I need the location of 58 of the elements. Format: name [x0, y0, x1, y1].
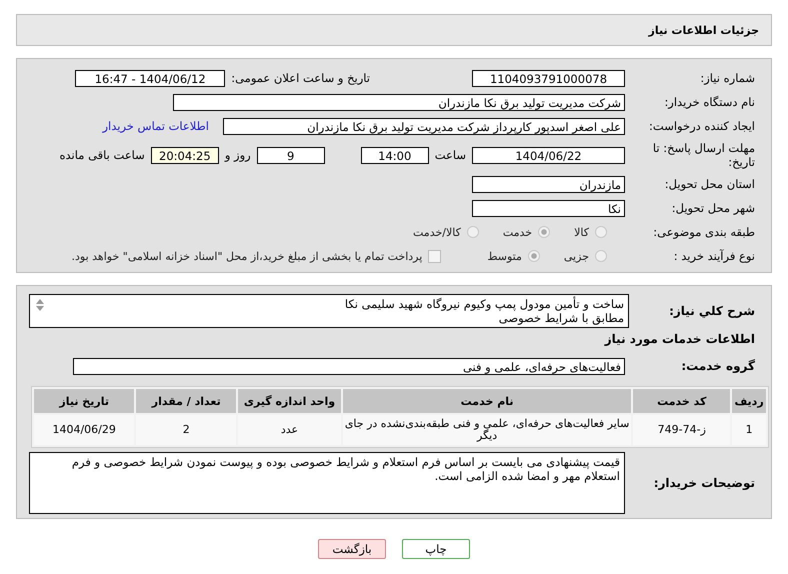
field-label: استان محل تحویل: [664, 177, 755, 191]
radio-label: متوسط [487, 250, 522, 262]
table-cell: 1 [732, 415, 766, 445]
column-header: نام خدمت [342, 389, 632, 413]
field-label: نوع فرآیند خرید : [672, 249, 755, 263]
column-header: واحد اندازه گیری [238, 389, 341, 413]
time-field: 14:00 [360, 146, 429, 164]
column-header: ردیف [732, 389, 766, 413]
buyer-org-field: شرکت مدیریت تولید برق نکا مازندران [173, 94, 625, 110]
radio-label: خدمت [502, 226, 532, 238]
creator-field: علی اصغر اسدپور کارپرداز شرکت مدیریت تولید برق نکا مازندران [223, 118, 625, 134]
radio-button[interactable] [595, 250, 607, 262]
field-label: شماره نیاز: [699, 71, 755, 85]
service-group-field: فعالیت‌های حرفه‌ای، علمی و فنی [73, 358, 625, 374]
action-button[interactable]: چاپ [402, 539, 470, 559]
need-number-field: 1104093791000078 [472, 70, 625, 86]
scroll-arrows-icon[interactable] [34, 298, 46, 312]
table-cell: 2 [136, 415, 236, 445]
days-field: 9 [256, 146, 325, 164]
table-cell: سایر فعالیت‌های حرفه‌ای، علمی و فنی طبقه‌بندی‌نشده در جای دیگر [342, 415, 632, 445]
date-field: 1404/06/22 [472, 146, 625, 164]
page-title: جزئیات اطلاعات نیاز [648, 24, 759, 36]
field-label: گروه خدمت: [680, 359, 755, 373]
table-cell: عدد [238, 415, 341, 445]
field-label: ایجاد کننده درخواست: [648, 119, 755, 133]
column-header: تاریخ نیاز [34, 389, 134, 413]
field-label: طبقه بندی موضوعی: [652, 225, 755, 239]
field-label: شرح کلي نياز: [668, 304, 755, 318]
radio-button[interactable] [528, 250, 540, 262]
action-button[interactable]: بازگشت [318, 539, 386, 559]
section-title: اطلاعات خدمات مورد نیاز [603, 332, 755, 346]
checkbox[interactable] [428, 250, 442, 262]
radio-button[interactable] [595, 226, 607, 238]
days-label: روز و [224, 148, 251, 162]
buyer-notes-text: قیمت پیشنهادی می بایست بر اساس فرم استعلام و شرایط خصوصی بوده و پیوست نمودن شرایط خصوصی و فرم استعلام مهر و امضا شده الزامی است. [70, 454, 621, 485]
contact-link[interactable]: اطلاعات تماس خریدار [102, 119, 209, 133]
radio-label: کالا/خدمت [413, 226, 461, 238]
announcement-field: 1404/06/12 - 16:47 [75, 70, 226, 86]
description-text: ساخت و تأمین مودول پمپ وکیوم نیروگاه شهید سلیمی نکا مطابق با شرایط خصوصی [344, 295, 625, 327]
remaining-label: ساعت باقی مانده [60, 148, 145, 162]
checkbox-label: پرداخت تمام یا بخشی از مبلغ خرید،از محل "اسناد خزانه اسلامی" خواهد بود. [72, 250, 422, 262]
field-label: مهلت ارسال پاسخ: تا تاریخ: [652, 141, 755, 169]
field-label: شهر محل تحویل: [670, 201, 755, 215]
remaining-time-field: 20:04:25 [150, 146, 219, 164]
field-label: نام دستگاه خریدار: [663, 95, 755, 109]
province-field: مازندران [472, 176, 625, 192]
radio-button[interactable] [466, 226, 479, 238]
column-header: تعداد / مقدار [136, 389, 236, 413]
table-cell: 1404/06/29 [34, 415, 134, 445]
city-field: نکا [472, 200, 625, 216]
field-label: تاریخ و ساعت اعلان عمومی: [231, 71, 370, 85]
time-label: ساعت [434, 148, 466, 162]
radio-label: جزیی [564, 250, 589, 262]
column-header: کد خدمت [633, 389, 730, 413]
table-cell: ز-74-749 [633, 415, 730, 445]
radio-label: کالا [574, 226, 589, 238]
field-label: توضیحات خریدار: [652, 476, 755, 490]
radio-button[interactable] [538, 226, 550, 238]
